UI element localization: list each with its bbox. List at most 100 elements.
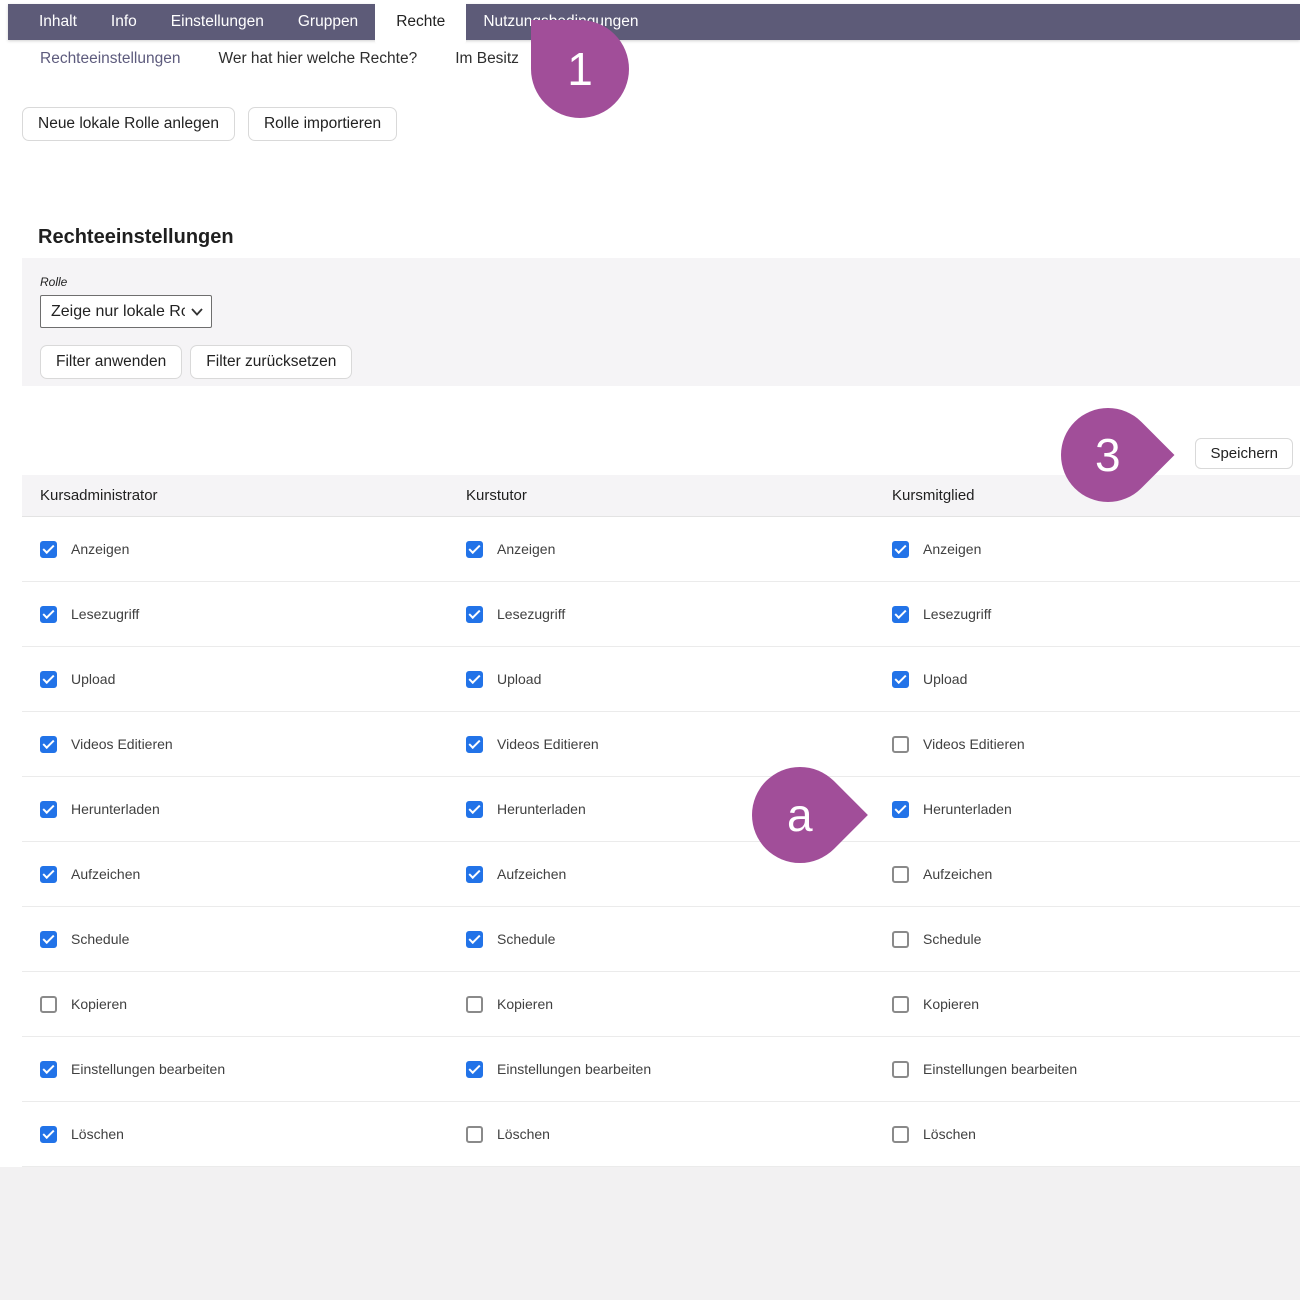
checkbox-icon (892, 671, 909, 688)
permission-label: Videos Editieren (923, 736, 1025, 752)
checkbox-icon (892, 801, 909, 818)
callout-step-3-label: 3 (1095, 432, 1121, 478)
checkbox-icon (40, 736, 57, 753)
checkbox-icon (40, 671, 57, 688)
page: Inhalt Info Einstellungen Gruppen Rechte… (0, 0, 1300, 1300)
checkbox-icon (892, 866, 909, 883)
permission-label: Upload (497, 671, 541, 687)
tab-rechte[interactable]: Rechte (375, 0, 466, 44)
permissions-table: Kursadministrator Kurstutor Kursmitglied… (22, 475, 1300, 1167)
permission-checkbox-col0-row5[interactable]: Aufzeichen (22, 866, 448, 883)
table-row: Videos Editieren Videos Editieren Videos… (22, 712, 1300, 777)
checkbox-icon (40, 996, 57, 1013)
permission-checkbox-col0-row4[interactable]: Herunterladen (22, 801, 448, 818)
permission-checkbox-col2-row7[interactable]: Kopieren (874, 996, 1300, 1013)
table-row: Schedule Schedule Schedule (22, 907, 1300, 972)
permission-checkbox-col2-row9[interactable]: Löschen (874, 1126, 1300, 1143)
checkbox-icon (466, 541, 483, 558)
permission-label: Löschen (923, 1126, 976, 1142)
tab-inhalt[interactable]: Inhalt (22, 4, 94, 40)
checkbox-icon (466, 1061, 483, 1078)
permission-checkbox-col1-row1[interactable]: Lesezugriff (448, 606, 874, 623)
checkbox-icon (466, 606, 483, 623)
table-row: Kopieren Kopieren Kopieren (22, 972, 1300, 1037)
permission-label: Einstellungen bearbeiten (71, 1061, 225, 1077)
checkbox-icon (892, 606, 909, 623)
permission-label: Löschen (497, 1126, 550, 1142)
permission-label: Anzeigen (497, 541, 555, 557)
permission-label: Einstellungen bearbeiten (497, 1061, 651, 1077)
tab-gruppen[interactable]: Gruppen (281, 4, 375, 40)
permission-checkbox-col1-row2[interactable]: Upload (448, 671, 874, 688)
permission-checkbox-col0-row2[interactable]: Upload (22, 671, 448, 688)
permission-checkbox-col1-row6[interactable]: Schedule (448, 931, 874, 948)
permission-checkbox-col2-row5[interactable]: Aufzeichen (874, 866, 1300, 883)
permission-label: Upload (71, 671, 115, 687)
permission-label: Lesezugriff (71, 606, 139, 622)
permission-label: Schedule (497, 931, 555, 947)
permission-checkbox-col2-row4[interactable]: Herunterladen (874, 801, 1300, 818)
permission-checkbox-col1-row3[interactable]: Videos Editieren (448, 736, 874, 753)
permission-checkbox-col0-row0[interactable]: Anzeigen (22, 541, 448, 558)
permission-checkbox-col1-row7[interactable]: Kopieren (448, 996, 874, 1013)
permission-checkbox-col2-row1[interactable]: Lesezugriff (874, 606, 1300, 623)
permission-checkbox-col1-row9[interactable]: Löschen (448, 1126, 874, 1143)
table-row: Herunterladen Herunterladen Herunterlade… (22, 777, 1300, 842)
permission-checkbox-col2-row3[interactable]: Videos Editieren (874, 736, 1300, 753)
permission-checkbox-col0-row9[interactable]: Löschen (22, 1126, 448, 1143)
permission-checkbox-col2-row2[interactable]: Upload (874, 671, 1300, 688)
subnav-wer-hat-welche-rechte[interactable]: Wer hat hier welche Rechte? (218, 50, 417, 68)
filter-buttons: Filter anwenden Filter zurücksetzen (40, 345, 352, 379)
checkbox-icon (892, 1061, 909, 1078)
permission-checkbox-col2-row6[interactable]: Schedule (874, 931, 1300, 948)
subnav: Rechteeinstellungen Wer hat hier welche … (40, 50, 519, 68)
permission-checkbox-col1-row5[interactable]: Aufzeichen (448, 866, 874, 883)
permission-checkbox-col0-row3[interactable]: Videos Editieren (22, 736, 448, 753)
permission-label: Videos Editieren (71, 736, 173, 752)
checkbox-icon (892, 931, 909, 948)
permission-checkbox-col0-row1[interactable]: Lesezugriff (22, 606, 448, 623)
save-button[interactable]: Speichern (1195, 438, 1293, 469)
permission-checkbox-col0-row6[interactable]: Schedule (22, 931, 448, 948)
permission-checkbox-col2-row0[interactable]: Anzeigen (874, 541, 1300, 558)
permission-checkbox-col2-row8[interactable]: Einstellungen bearbeiten (874, 1061, 1300, 1078)
subnav-im-besitz[interactable]: Im Besitz (455, 50, 519, 68)
permission-label: Lesezugriff (497, 606, 565, 622)
tab-info[interactable]: Info (94, 4, 154, 40)
table-row: Upload Upload Upload (22, 647, 1300, 712)
checkbox-icon (40, 541, 57, 558)
tab-einstellungen[interactable]: Einstellungen (154, 4, 281, 40)
permission-label: Löschen (71, 1126, 124, 1142)
permission-label: Videos Editieren (497, 736, 599, 752)
permission-label: Kopieren (923, 996, 979, 1012)
permission-checkbox-col0-row7[interactable]: Kopieren (22, 996, 448, 1013)
checkbox-icon (466, 736, 483, 753)
callout-step-a-label: a (787, 792, 813, 838)
table-row: Aufzeichen Aufzeichen Aufzeichen (22, 842, 1300, 907)
checkbox-icon (892, 996, 909, 1013)
callout-step-1-label: 1 (567, 46, 593, 92)
table-row: Lesezugriff Lesezugriff Lesezugriff (22, 582, 1300, 647)
table-row: Einstellungen bearbeiten Einstellungen b… (22, 1037, 1300, 1102)
role-filter-select[interactable]: Zeige nur lokale Rc (41, 296, 211, 327)
role-actions: Neue lokale Rolle anlegen Rolle importie… (22, 107, 397, 141)
checkbox-icon (466, 866, 483, 883)
reset-filter-button[interactable]: Filter zurücksetzen (190, 345, 352, 379)
checkbox-icon (892, 541, 909, 558)
permission-label: Schedule (923, 931, 981, 947)
checkbox-icon (892, 736, 909, 753)
permission-label: Upload (923, 671, 967, 687)
apply-filter-button[interactable]: Filter anwenden (40, 345, 182, 379)
subnav-rechteeinstellungen[interactable]: Rechteeinstellungen (40, 50, 180, 68)
permission-label: Aufzeichen (71, 866, 140, 882)
checkbox-icon (466, 996, 483, 1013)
import-role-button[interactable]: Rolle importieren (248, 107, 397, 141)
checkbox-icon (40, 801, 57, 818)
permission-checkbox-col1-row8[interactable]: Einstellungen bearbeiten (448, 1061, 874, 1078)
permission-label: Herunterladen (923, 801, 1012, 817)
filter-panel: Rolle Zeige nur lokale Rc Filter anwende… (22, 258, 1300, 386)
permission-checkbox-col0-row8[interactable]: Einstellungen bearbeiten (22, 1061, 448, 1078)
new-local-role-button[interactable]: Neue lokale Rolle anlegen (22, 107, 235, 141)
column-header-kurstutor: Kurstutor (448, 487, 874, 504)
permission-checkbox-col1-row0[interactable]: Anzeigen (448, 541, 874, 558)
